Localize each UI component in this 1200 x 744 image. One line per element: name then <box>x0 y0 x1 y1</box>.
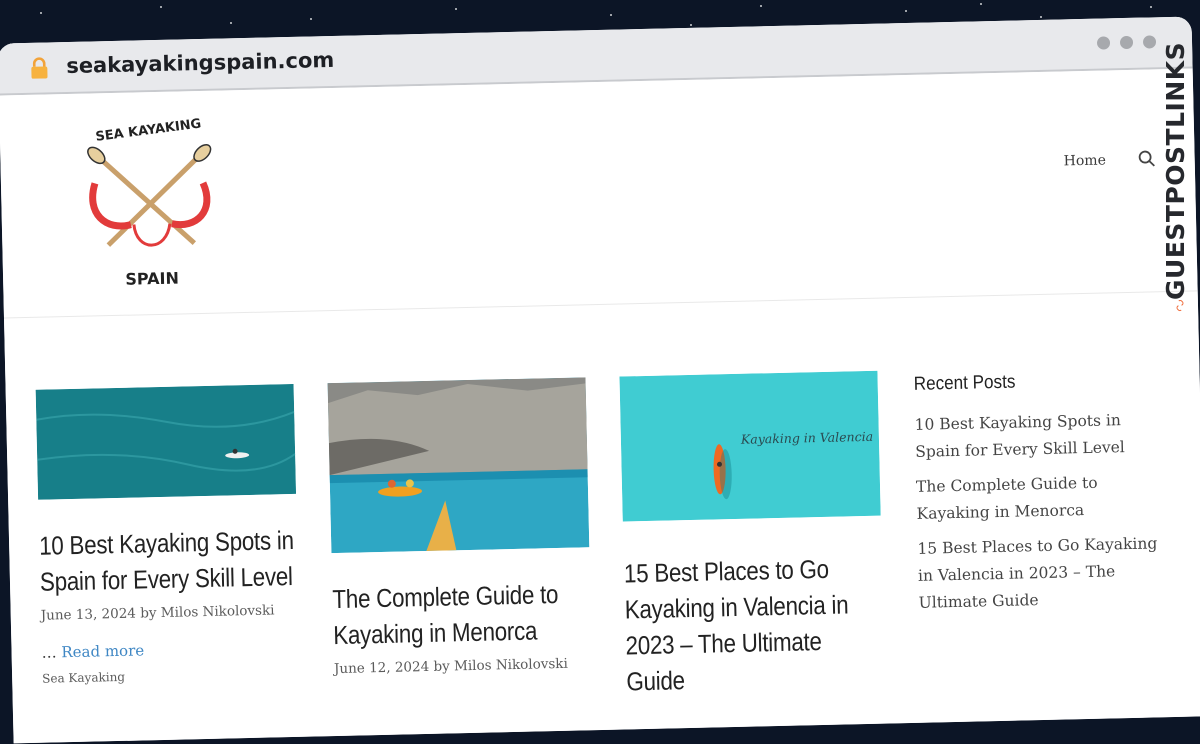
read-more-link[interactable]: Read more <box>61 641 144 661</box>
recent-post-link[interactable]: 10 Best Kayaking Spots in Spain for Ever… <box>914 406 1165 466</box>
post-title[interactable]: The Complete Guide to Kayaking in Menorc… <box>332 575 592 653</box>
browser-frame: seakayakingspain.com SEA KAYAKING SPAIN … <box>0 16 1200 744</box>
svg-text:SEA KAYAKING: SEA KAYAKING <box>95 116 202 144</box>
guestpostlinks-link-icon <box>1176 300 1184 312</box>
nav-home-link[interactable]: Home <box>1064 152 1107 169</box>
lock-icon <box>31 57 48 79</box>
site-header: SEA KAYAKING SPAIN Home <box>0 68 1198 319</box>
post-thumbnail[interactable] <box>35 383 297 500</box>
web-page: SEA KAYAKING SPAIN Home 10 Best Kayaking… <box>0 68 1200 744</box>
url-text[interactable]: seakayakingspain.com <box>66 48 334 78</box>
post-title[interactable]: 10 Best Kayaking Spots in Spain for Ever… <box>39 522 299 600</box>
browser-window: seakayakingspain.com SEA KAYAKING SPAIN … <box>0 0 1200 744</box>
recent-posts-heading: Recent Posts <box>913 371 1016 395</box>
post-author[interactable]: Milos Nikolovski <box>161 602 275 621</box>
post-date[interactable]: June 13, 2024 <box>41 606 137 624</box>
post-card: Kayaking in Valencia 15 Best Places to G… <box>619 370 885 700</box>
post-date[interactable]: June 12, 2024 <box>334 659 430 677</box>
post-thumbnail[interactable] <box>327 377 590 554</box>
post-by: by <box>433 658 450 675</box>
post-card: 10 Best Kayaking Spots in Spain for Ever… <box>35 383 301 686</box>
thumbnail-caption: Kayaking in Valencia <box>740 428 874 447</box>
post-excerpt: … Read more <box>41 638 299 662</box>
post-author[interactable]: Milos Nikolovski <box>454 656 568 675</box>
svg-text:SPAIN: SPAIN <box>125 269 179 289</box>
post-card: The Complete Guide to Kayaking in Menorc… <box>327 377 593 677</box>
window-dot-icon[interactable] <box>1096 36 1111 50</box>
post-title[interactable]: 15 Best Places to Go Kayaking in Valenci… <box>624 550 885 700</box>
ellipsis: … <box>41 643 57 662</box>
window-controls <box>1096 35 1157 50</box>
post-by: by <box>140 605 157 622</box>
recent-posts-sidebar: Recent Posts 10 Best Kayaking Spots in S… <box>913 368 1169 625</box>
recent-post-link[interactable]: The Complete Guide to Kayaking in Menorc… <box>916 468 1167 528</box>
post-category[interactable]: Sea Kayaking <box>42 666 300 686</box>
search-icon[interactable] <box>1137 149 1155 167</box>
window-dot-icon[interactable] <box>1142 35 1157 49</box>
window-dot-icon[interactable] <box>1119 35 1134 50</box>
post-meta: June 13, 2024 by Milos Nikolovski <box>41 602 299 624</box>
post-meta: June 12, 2024 by Milos Nikolovski <box>334 655 592 677</box>
recent-post-link[interactable]: 15 Best Places to Go Kayaking in Valenci… <box>917 530 1169 617</box>
watermark-text: GUESTPOSTLINKS <box>1161 41 1190 300</box>
site-logo[interactable]: SEA KAYAKING SPAIN <box>73 110 227 291</box>
